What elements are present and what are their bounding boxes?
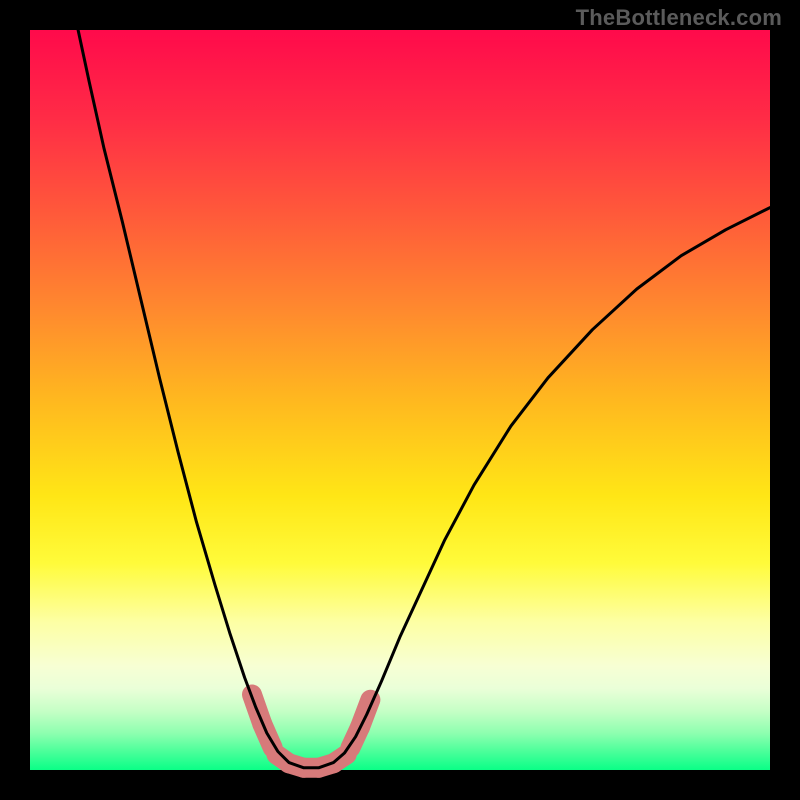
chart-stage: TheBottleneck.com (0, 0, 800, 800)
plot-background (30, 30, 770, 770)
bottleneck-chart (0, 0, 800, 800)
watermark-label: TheBottleneck.com (576, 5, 782, 31)
